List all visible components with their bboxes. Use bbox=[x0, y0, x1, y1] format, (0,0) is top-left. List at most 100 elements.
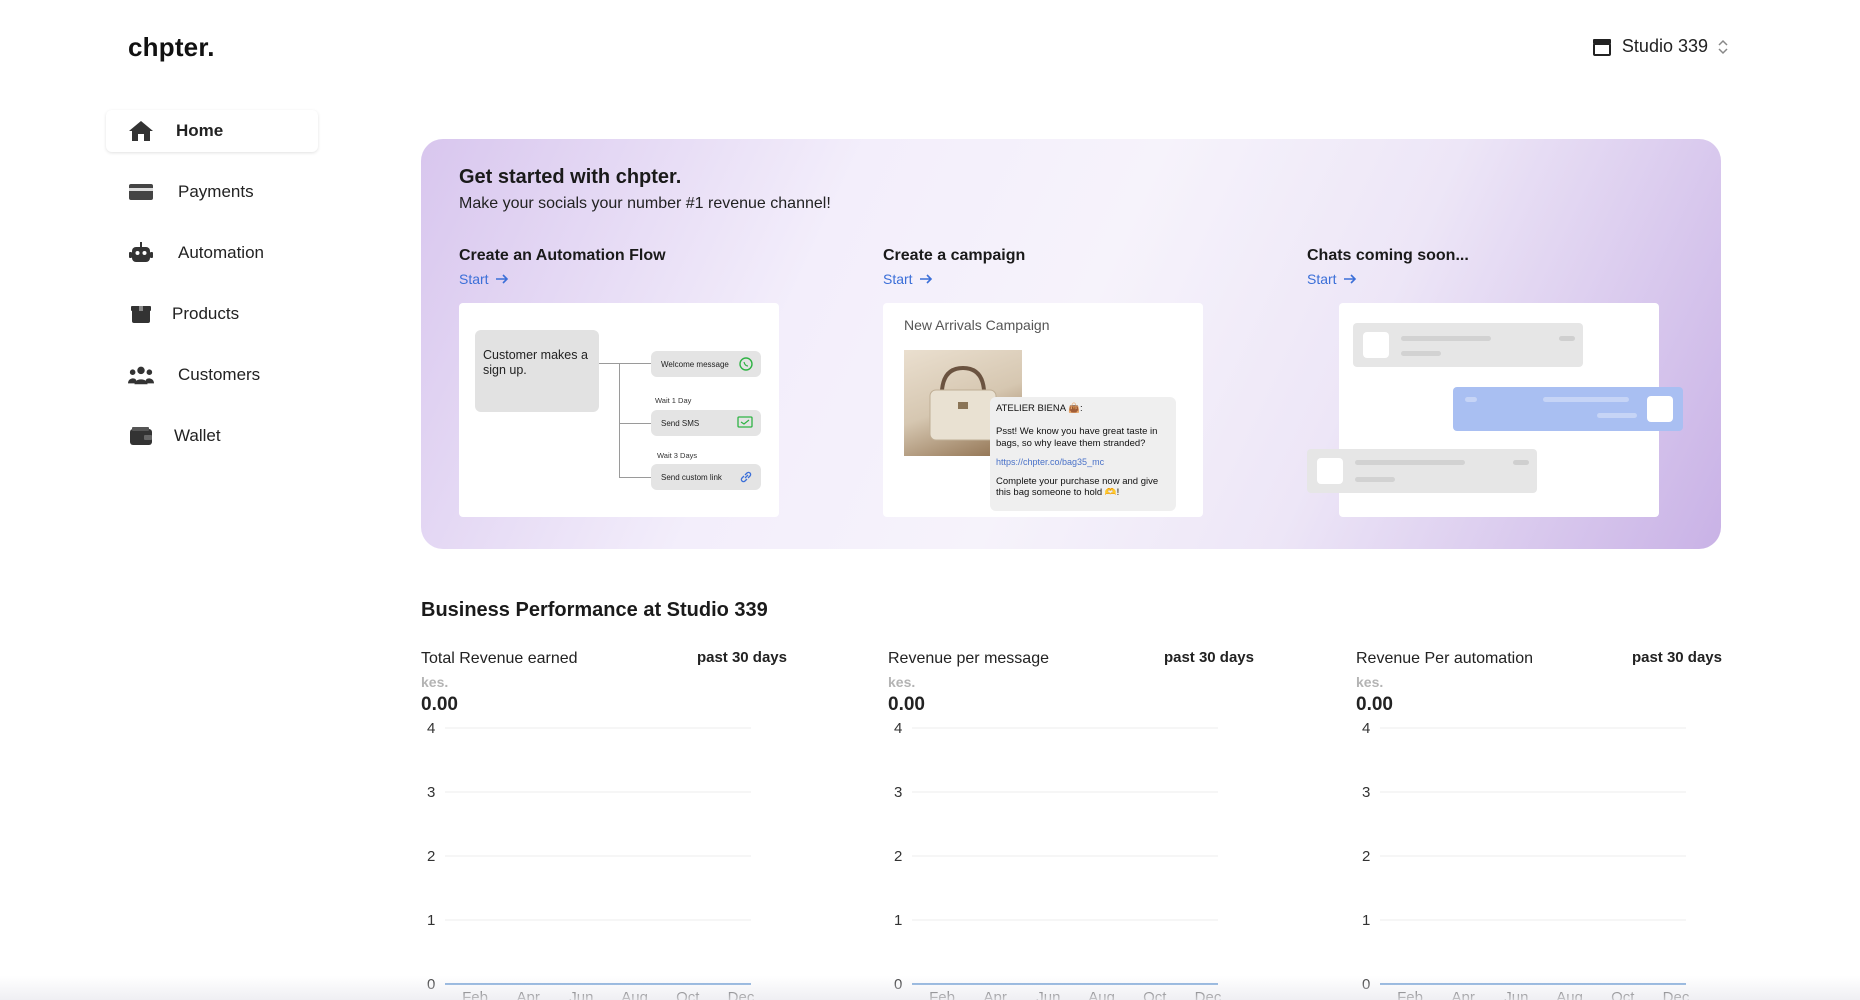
campaign-name: New Arrivals Campaign bbox=[904, 317, 1050, 333]
y-tick-label: 0 bbox=[427, 976, 435, 993]
wallet-icon bbox=[128, 423, 154, 449]
y-tick-label: 3 bbox=[894, 784, 902, 801]
metric-unit: kes. bbox=[1356, 674, 1384, 690]
campaign-message-bubble: ATELIER BIENA 👜: Psst! We know you have … bbox=[990, 397, 1176, 511]
start-chats-link[interactable]: Start bbox=[1307, 271, 1627, 287]
arrow-right-icon bbox=[919, 274, 932, 284]
arrow-right-icon bbox=[495, 274, 508, 284]
chevron-updown-icon bbox=[1718, 39, 1728, 54]
flow-step-label: Send custom link bbox=[661, 472, 722, 482]
flow-step-label: Welcome message bbox=[661, 359, 729, 369]
flow-wait-1: Wait 1 Day bbox=[655, 396, 692, 405]
start-label: Start bbox=[883, 271, 913, 287]
x-tick-label: Apr bbox=[1452, 989, 1475, 1000]
start-campaign-link[interactable]: Start bbox=[883, 271, 1203, 287]
y-tick-label: 2 bbox=[894, 848, 902, 865]
logo[interactable]: chpter. bbox=[128, 32, 215, 63]
sidebar-item-customers[interactable]: Customers bbox=[106, 354, 318, 396]
sidebar-item-home[interactable]: Home bbox=[106, 110, 318, 152]
sidebar: Home Payments Automation Products Custom… bbox=[106, 110, 318, 476]
performance-title: Business Performance at Studio 339 bbox=[421, 599, 768, 621]
metric-period[interactable]: past 30 days bbox=[1164, 649, 1254, 666]
x-tick-label: Oct bbox=[1611, 989, 1635, 1000]
users-icon bbox=[128, 362, 154, 388]
whatsapp-icon bbox=[739, 357, 753, 371]
flow-wait-2: Wait 3 Days bbox=[657, 451, 698, 460]
x-tick-label: Apr bbox=[984, 989, 1007, 1000]
campaign-brand: ATELIER BIENA 👜: bbox=[996, 403, 1083, 414]
y-tick-label: 3 bbox=[427, 784, 435, 801]
sms-icon bbox=[737, 416, 753, 428]
store-icon bbox=[1592, 38, 1611, 56]
x-tick-label: Jun bbox=[1036, 989, 1060, 1000]
store-name: Studio 339 bbox=[1621, 36, 1708, 56]
x-tick-label: Jun bbox=[569, 989, 593, 1000]
x-tick-label: Feb bbox=[1397, 989, 1423, 1000]
x-tick-label: Aug bbox=[1556, 989, 1583, 1000]
store-switcher[interactable]: Studio 339 bbox=[1592, 36, 1728, 57]
sidebar-item-label: Products bbox=[172, 304, 240, 323]
sidebar-item-label: Home bbox=[176, 121, 224, 140]
sidebar-item-products[interactable]: Products bbox=[106, 293, 318, 335]
chat-bubble-incoming bbox=[1307, 449, 1537, 493]
y-tick-label: 2 bbox=[1362, 848, 1370, 865]
revenue-chart: 0 1 2 3 4 Feb Apr Jun Aug Oct Dec bbox=[427, 720, 755, 1000]
flow-step-link: Send custom link bbox=[651, 464, 761, 490]
box-icon bbox=[128, 301, 154, 327]
metric-revenue-per-automation: Revenue Per automation past 30 days kes.… bbox=[1356, 648, 1722, 1000]
y-tick-label: 3 bbox=[1362, 784, 1370, 801]
sidebar-item-label: Customers bbox=[178, 365, 261, 384]
campaign-message: Psst! We know you have great taste in ba… bbox=[996, 426, 1158, 449]
x-tick-label: Aug bbox=[621, 989, 648, 1000]
sidebar-item-payments[interactable]: Payments bbox=[106, 171, 318, 213]
y-tick-label: 4 bbox=[1362, 720, 1370, 737]
flow-step-sms: Send SMS bbox=[651, 410, 761, 436]
metric-label: Total Revenue earned bbox=[421, 650, 578, 667]
x-tick-label: Feb bbox=[462, 989, 488, 1000]
metric-label: Revenue per message bbox=[888, 650, 1049, 667]
card-title: Create an Automation Flow bbox=[459, 247, 666, 264]
y-tick-label: 1 bbox=[1362, 912, 1370, 929]
metric-value: 0.00 bbox=[421, 694, 458, 715]
campaign-link: https://chpter.co/bag35_mc bbox=[996, 457, 1105, 468]
x-tick-label: Oct bbox=[1143, 989, 1167, 1000]
metric-revenue-per-message: Revenue per message past 30 days kes. 0.… bbox=[888, 648, 1254, 1000]
metric-period[interactable]: past 30 days bbox=[697, 649, 787, 666]
flow-step-welcome: Welcome message bbox=[651, 351, 761, 377]
sidebar-item-wallet[interactable]: Wallet bbox=[106, 415, 318, 457]
chats-preview bbox=[1307, 303, 1683, 517]
metric-unit: kes. bbox=[421, 674, 449, 690]
x-tick-label: Dec bbox=[728, 989, 755, 1000]
y-tick-label: 4 bbox=[894, 720, 902, 737]
campaign-card: Create a campaign Start bbox=[883, 247, 1203, 287]
x-tick-label: Oct bbox=[676, 989, 700, 1000]
x-tick-label: Apr bbox=[517, 989, 540, 1000]
metric-unit: kes. bbox=[888, 674, 916, 690]
sidebar-item-automation[interactable]: Automation bbox=[106, 232, 318, 274]
x-tick-label: Dec bbox=[1195, 989, 1222, 1000]
campaign-preview: New Arrivals Campaign ATELIER BIENA 👜: P… bbox=[883, 303, 1203, 517]
metric-value: 0.00 bbox=[888, 694, 925, 715]
metric-value: 0.00 bbox=[1356, 694, 1393, 715]
y-tick-label: 1 bbox=[427, 912, 435, 929]
flow-step-label: Send SMS bbox=[661, 418, 700, 428]
y-tick-label: 0 bbox=[894, 976, 902, 993]
x-tick-label: Aug bbox=[1088, 989, 1115, 1000]
x-tick-label: Dec bbox=[1663, 989, 1690, 1000]
y-tick-label: 0 bbox=[1362, 976, 1370, 993]
campaign-cta: Complete your purchase now and give this… bbox=[996, 475, 1159, 499]
banner-title: Get started with chpter. bbox=[459, 166, 682, 188]
metric-label: Revenue Per automation bbox=[1356, 650, 1533, 667]
sidebar-item-label: Automation bbox=[178, 243, 264, 262]
y-tick-label: 2 bbox=[427, 848, 435, 865]
y-tick-label: 4 bbox=[427, 720, 435, 737]
automation-chart: 0 1 2 3 4 Feb Apr Jun Aug Oct Dec bbox=[1362, 720, 1690, 1000]
x-tick-label: Feb bbox=[929, 989, 955, 1000]
home-icon bbox=[128, 118, 154, 144]
banner-subtitle: Make your socials your number #1 revenue… bbox=[459, 195, 831, 212]
link-icon bbox=[740, 471, 752, 483]
start-automation-link[interactable]: Start bbox=[459, 271, 779, 287]
metric-period[interactable]: past 30 days bbox=[1632, 649, 1722, 666]
chat-bubble-incoming bbox=[1353, 323, 1583, 367]
message-chart: 0 1 2 3 4 Feb Apr Jun Aug Oct Dec bbox=[894, 720, 1222, 1000]
